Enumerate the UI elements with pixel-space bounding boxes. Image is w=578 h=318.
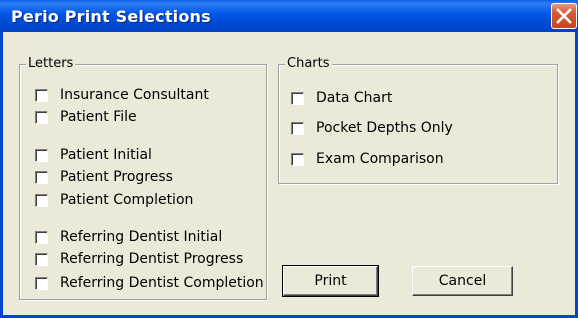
charts-group: Charts Data Chart Pocket Depths Only Exa… [278, 56, 558, 184]
cancel-button[interactable]: Cancel [412, 266, 513, 296]
checkbox-referring-dentist-completion[interactable]: Referring Dentist Completion [35, 275, 264, 291]
checkbox-data-chart[interactable]: Data Chart [291, 90, 392, 106]
checkbox-box[interactable] [291, 91, 304, 105]
checkbox-label: Patient Progress [60, 169, 173, 185]
letters-group: Letters Insurance Consultant Patient Fil… [19, 56, 267, 300]
window-title: Perio Print Selections [11, 7, 211, 26]
checkbox-box[interactable] [35, 193, 48, 207]
checkbox-label: Exam Comparison [316, 151, 444, 167]
checkbox-patient-completion[interactable]: Patient Completion [35, 192, 193, 208]
checkbox-box[interactable] [35, 276, 48, 290]
checkbox-label: Referring Dentist Initial [60, 229, 223, 245]
checkbox-insurance-consultant[interactable]: Insurance Consultant [35, 87, 209, 103]
checkbox-label: Patient Initial [60, 147, 152, 163]
checkbox-patient-initial[interactable]: Patient Initial [35, 147, 152, 163]
checkbox-patient-progress[interactable]: Patient Progress [35, 169, 173, 185]
checkbox-box[interactable] [35, 252, 48, 266]
checkbox-label: Data Chart [316, 90, 393, 106]
checkbox-referring-dentist-initial[interactable]: Referring Dentist Initial [35, 229, 222, 245]
checkbox-exam-comparison[interactable]: Exam Comparison [291, 151, 444, 167]
checkbox-patient-file[interactable]: Patient File [35, 109, 137, 125]
title-bar[interactable]: Perio Print Selections [0, 0, 578, 32]
checkbox-box[interactable] [291, 152, 304, 166]
charts-group-label: Charts [285, 56, 332, 72]
checkbox-box[interactable] [291, 121, 304, 135]
checkbox-box[interactable] [35, 88, 48, 102]
checkbox-label: Pocket Depths Only [316, 120, 453, 136]
checkbox-label: Referring Dentist Completion [60, 275, 264, 291]
checkbox-label: Insurance Consultant [60, 87, 209, 103]
print-button[interactable]: Print [282, 265, 379, 297]
checkbox-box[interactable] [35, 230, 48, 244]
dialog-body: Letters Insurance Consultant Patient Fil… [3, 32, 575, 315]
checkbox-label: Patient File [60, 109, 137, 125]
checkbox-box[interactable] [35, 170, 48, 184]
checkbox-referring-dentist-progress[interactable]: Referring Dentist Progress [35, 251, 243, 267]
close-icon [556, 8, 572, 24]
checkbox-box[interactable] [35, 148, 48, 162]
letters-group-label: Letters [26, 56, 76, 72]
close-button[interactable] [551, 3, 577, 29]
checkbox-pocket-depths-only[interactable]: Pocket Depths Only [291, 120, 453, 136]
checkbox-label: Patient Completion [60, 192, 194, 208]
checkbox-box[interactable] [35, 110, 48, 124]
checkbox-label: Referring Dentist Progress [60, 251, 244, 267]
